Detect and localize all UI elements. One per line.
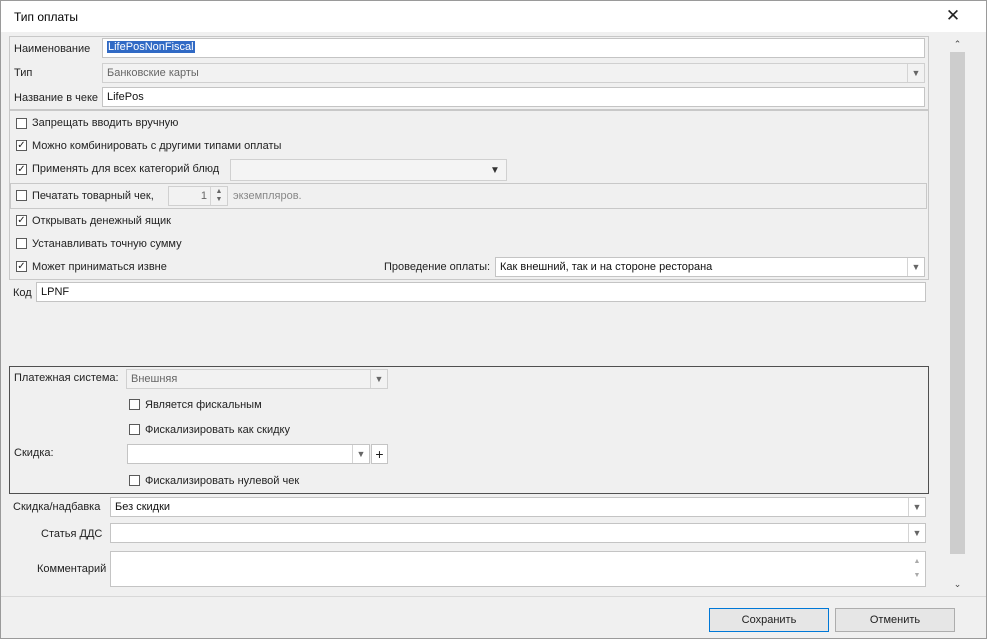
type-value: Банковские карты [107, 67, 199, 79]
print-receipt-checkbox[interactable] [16, 190, 27, 201]
exact-sum-label: Устанавливать точную сумму [32, 238, 182, 250]
footer-divider [1, 596, 986, 597]
fiscal-checkbox[interactable] [129, 399, 140, 410]
comment-label: Комментарий [37, 563, 107, 575]
save-button[interactable]: Сохранить [709, 608, 829, 632]
processing-label: Проведение оплаты: [384, 261, 491, 273]
chevron-down-icon: ▼ [370, 370, 387, 388]
name-value: LifePosNonFiscal [107, 41, 195, 53]
chevron-up-icon[interactable]: ⌃ [951, 38, 964, 50]
receipt-name-input[interactable]: LifePos [102, 87, 925, 107]
comment-textarea[interactable]: ▲ ▼ [110, 551, 926, 587]
fiscalize-discount-checkbox[interactable] [129, 424, 140, 435]
cancel-button[interactable]: Отменить [835, 608, 955, 632]
fiscalize-discount-label: Фискализировать как скидку [145, 424, 290, 436]
category-select[interactable]: ▼ [230, 159, 507, 181]
payment-system-select[interactable]: Внешняя ▼ [126, 369, 388, 389]
receipt-name-value: LifePos [107, 91, 144, 103]
checkmark-icon: ✓ [17, 163, 26, 175]
code-value: LPNF [41, 286, 70, 298]
copies-suffix: экземпляров. [233, 190, 302, 202]
type-label: Тип [14, 67, 33, 79]
plus-icon[interactable]: + [371, 444, 388, 464]
receipt-name-label: Название в чеке [14, 92, 99, 104]
textarea-scroll-icon: ▲ ▼ [913, 558, 921, 579]
title-bar [1, 1, 986, 32]
external-label: Может приниматься извне [32, 261, 167, 273]
chevron-down-icon: ▼ [908, 524, 925, 542]
combine-label: Можно комбинировать с другими типами опл… [32, 140, 282, 152]
combine-checkbox[interactable]: ✓ [16, 140, 27, 151]
open-drawer-label: Открывать денежный ящик [32, 215, 171, 227]
zero-receipt-checkbox[interactable] [129, 475, 140, 486]
window-title: Тип оплаты [14, 10, 79, 24]
code-input[interactable]: LPNF [36, 282, 926, 302]
code-label: Код [13, 287, 32, 299]
dds-label: Статья ДДС [41, 528, 103, 540]
dds-select[interactable]: ▼ [110, 523, 926, 543]
exact-sum-checkbox[interactable] [16, 238, 27, 249]
spin-icon: ▲ ▼ [210, 187, 227, 205]
forbid-manual-label: Запрещать вводить вручную [32, 117, 179, 129]
apply-all-checkbox[interactable]: ✓ [16, 164, 27, 175]
forbid-manual-checkbox[interactable] [16, 118, 27, 129]
name-label: Наименование [14, 43, 91, 55]
payment-system-label: Платежная система: [14, 372, 119, 384]
copies-value: 1 [200, 190, 207, 202]
open-drawer-checkbox[interactable]: ✓ [16, 215, 27, 226]
discount-markup-select[interactable]: Без скидки ▼ [110, 497, 926, 517]
chevron-down-icon: ▼ [490, 164, 500, 176]
chevron-down-icon: ▼ [908, 498, 925, 516]
type-select[interactable]: Банковские карты ▼ [102, 63, 925, 83]
scrollbar-thumb[interactable] [950, 52, 965, 554]
copies-spinner[interactable]: 1 ▲ ▼ [168, 186, 228, 206]
checkmark-icon: ✓ [17, 214, 26, 226]
chevron-down-icon[interactable]: ⌄ [951, 578, 964, 590]
checkmark-icon: ✓ [17, 139, 26, 151]
chevron-down-icon: ▼ [907, 258, 924, 276]
print-receipt-label: Печатать товарный чек, [32, 190, 154, 202]
discount-label: Скидка: [14, 447, 54, 459]
discount-markup-value: Без скидки [115, 501, 171, 513]
discount-markup-label: Скидка/надбавка [13, 501, 101, 513]
name-input[interactable]: LifePosNonFiscal [102, 38, 925, 58]
zero-receipt-label: Фискализировать нулевой чек [145, 475, 300, 487]
checkmark-icon: ✓ [17, 260, 26, 272]
processing-select[interactable]: Как внешний, так и на стороне ресторана ▼ [495, 257, 925, 277]
chevron-down-icon: ▼ [352, 445, 369, 463]
discount-select[interactable]: ▼ [127, 444, 370, 464]
apply-all-label: Применять для всех категорий блюд [32, 163, 220, 175]
external-checkbox[interactable]: ✓ [16, 261, 27, 272]
chevron-down-icon: ▼ [907, 64, 924, 82]
fiscal-label: Является фискальным [145, 399, 262, 411]
payment-system-value: Внешняя [131, 373, 178, 385]
processing-value: Как внешний, так и на стороне ресторана [500, 261, 713, 273]
close-icon[interactable]: ✕ [940, 4, 966, 28]
